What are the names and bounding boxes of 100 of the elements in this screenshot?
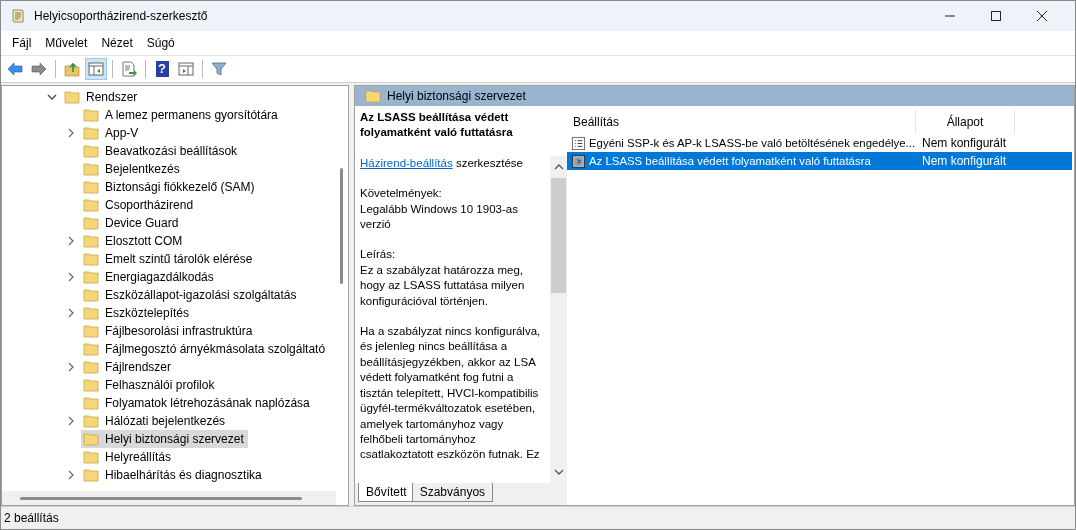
panel-title: Helyi biztonsági szervezet bbox=[387, 89, 526, 103]
maximize-icon[interactable] bbox=[991, 11, 1001, 21]
folder-icon bbox=[64, 90, 80, 104]
tree-item[interactable]: Fájlmegosztó árnyékmásolata szolgáltató bbox=[81, 340, 330, 358]
tree-item-label: Energiagazdálkodás bbox=[105, 270, 214, 284]
folder-icon bbox=[83, 342, 99, 356]
chevron-icon[interactable] bbox=[66, 236, 76, 246]
setting-row[interactable]: Egyéni SSP-k és AP-k LSASS-be való betöltésének engedélye... Nem konfigurált bbox=[567, 134, 1072, 152]
folder-icon bbox=[83, 234, 99, 248]
tree-item-label: Beavatkozási beállítások bbox=[105, 144, 238, 158]
tree-item-label: Fájlrendszer bbox=[105, 360, 172, 374]
tree-item-label: Eszközállapot-igazolási szolgáltatás bbox=[105, 288, 297, 302]
tree-item[interactable]: Folyamatok létrehozásának naplózása bbox=[81, 394, 314, 412]
tree-item[interactable]: Helyi biztonsági szervezet bbox=[81, 430, 248, 448]
folder-icon bbox=[83, 414, 99, 428]
column-header[interactable]: Beállítás bbox=[567, 110, 916, 134]
view-tab[interactable]: Bővített bbox=[358, 483, 415, 502]
tree-item-label: Rendszer bbox=[86, 90, 138, 104]
tree-item-label: Folyamatok létrehozásának naplózása bbox=[105, 396, 310, 410]
chevron-icon[interactable] bbox=[66, 362, 76, 372]
description-paragraph: Ha a szabályzat nincs konfigurálva, és jelenleg nincs beállítása a beállításjegyzékben, akkor az LSA védett folyamatként fog futni a tisztán telepített, HVCI-kompatibilis ügyfél-termékváltozatok esetében, amelyek tartományhoz vagy felhőbeli tartományhoz csatlakoztatott eszközön futnak. Ez bbox=[360, 324, 542, 463]
tree-item-label: Csoportházirend bbox=[105, 198, 194, 212]
policy-link[interactable]: Házirend-beállítás bbox=[360, 156, 453, 169]
tree-item[interactable]: Emelt szintű tárolók elérése bbox=[81, 250, 257, 268]
column-header[interactable]: Állapot bbox=[916, 110, 1015, 134]
tree-item[interactable]: Bejelentkezés bbox=[81, 160, 184, 178]
setting-title: Az LSASS beállítása védett folyamatként való futtatásra bbox=[360, 110, 514, 141]
close-icon[interactable] bbox=[1037, 11, 1047, 21]
scrollbar[interactable] bbox=[2, 491, 336, 505]
window-title: Helyicsoportházirend-szerkesztő bbox=[34, 9, 209, 23]
scrollbar[interactable] bbox=[550, 156, 567, 483]
tree-item-label: Biztonsági fiókkezelő (SAM) bbox=[105, 180, 255, 194]
chevron-icon[interactable] bbox=[66, 128, 76, 138]
folder-icon bbox=[83, 324, 99, 338]
tree-item[interactable]: Fájlbesorolási infrastruktúra bbox=[81, 322, 257, 340]
tree-item[interactable]: Fájlrendszer bbox=[81, 358, 176, 376]
tree-item[interactable]: Helyreállítás bbox=[81, 448, 176, 466]
tree-item[interactable]: Beavatkozási beállítások bbox=[81, 142, 242, 160]
menu-item[interactable]: Súgó bbox=[139, 34, 182, 52]
tree-item-label: Bejelentkezés bbox=[105, 162, 180, 176]
help-button[interactable]: ? bbox=[151, 58, 173, 80]
tree-item[interactable]: A lemez permanens gyorsítótára bbox=[81, 106, 282, 124]
folder-icon bbox=[83, 450, 99, 464]
menu-item[interactable]: Fájl bbox=[5, 34, 39, 52]
folder-icon bbox=[83, 432, 99, 446]
tree-item[interactable]: Eszköztelepítés bbox=[81, 304, 194, 322]
tree-item-label: Felhasználói profilok bbox=[105, 378, 215, 392]
folder-icon bbox=[83, 126, 99, 140]
chevron-icon[interactable] bbox=[66, 308, 76, 318]
tree-item[interactable]: App-V bbox=[81, 124, 143, 142]
tree-item[interactable]: Energiagazdálkodás bbox=[81, 268, 218, 286]
description-paragraph: Leírás: Ez a szabályzat határozza meg, hogy az LSASS futtatása milyen konfigurációval történjen. bbox=[360, 247, 526, 309]
menu-item[interactable]: Nézet bbox=[94, 34, 140, 52]
folder-icon bbox=[83, 468, 99, 482]
folder-icon bbox=[83, 360, 99, 374]
setting-name: Egyéni SSP-k és AP-k LSASS-be való betöltésének engedélye... bbox=[589, 137, 917, 149]
folder-icon bbox=[83, 378, 99, 392]
console-tree-button[interactable] bbox=[85, 58, 107, 80]
folder-icon bbox=[83, 144, 99, 158]
folder-icon bbox=[83, 108, 99, 122]
app-icon bbox=[10, 8, 26, 24]
setting-row[interactable]: Az LSASS beállítása védett folyamatként való futtatásra Nem konfigurált bbox=[567, 152, 1072, 170]
tree-item-label: Elosztott COM bbox=[105, 234, 183, 248]
tree-item-label: Fájlmegosztó árnyékmásolata szolgáltató bbox=[105, 342, 326, 356]
scroll-up-icon[interactable] bbox=[553, 164, 564, 170]
tree-item-label: A lemez permanens gyorsítótára bbox=[105, 108, 278, 122]
edit-policy-text: Házirend-beállítás szerkesztése bbox=[360, 155, 524, 171]
setting-state: Nem konfigurált bbox=[921, 154, 1008, 168]
tree-item-label: Helyreállítás bbox=[105, 450, 172, 464]
tree-item[interactable]: Eszközállapot-igazolási szolgáltatás bbox=[81, 286, 301, 304]
folder-icon bbox=[83, 180, 99, 194]
chevron-icon[interactable] bbox=[66, 272, 76, 282]
tree-item-label: Hibaelhárítás és diagnosztika bbox=[105, 468, 262, 482]
tree-item[interactable]: Rendszer bbox=[62, 88, 142, 106]
scroll-down-icon[interactable] bbox=[553, 469, 564, 475]
tree-item-label: Hálózati bejelentkezés bbox=[105, 414, 226, 428]
tree-item[interactable]: Biztonsági fiókkezelő (SAM) bbox=[81, 178, 259, 196]
chevron-icon[interactable] bbox=[66, 470, 76, 480]
tree-item-label: Helyi biztonsági szervezet bbox=[105, 432, 244, 446]
tree-item[interactable]: Elosztott COM bbox=[81, 232, 187, 250]
chevron-icon[interactable] bbox=[47, 92, 57, 102]
tree-item[interactable]: Hálózati bejelentkezés bbox=[81, 412, 230, 430]
folder-icon bbox=[83, 270, 99, 284]
tree-item[interactable]: Device Guard bbox=[81, 214, 183, 232]
folder-icon bbox=[83, 162, 99, 176]
description-paragraph: Követelmények: Legalább Windows 10 1903-as verzió bbox=[360, 186, 519, 233]
folder-icon bbox=[83, 306, 99, 320]
tree-item[interactable]: Felhasználói profilok bbox=[81, 376, 219, 394]
tree-item[interactable]: Csoportházirend bbox=[81, 196, 198, 214]
setting-icon bbox=[571, 135, 586, 151]
setting-state: Nem konfigurált bbox=[921, 136, 1008, 150]
tree-item-label: Eszköztelepítés bbox=[105, 306, 190, 320]
tree-item[interactable]: Hibaelhárítás és diagnosztika bbox=[81, 466, 266, 484]
chevron-icon[interactable] bbox=[66, 416, 76, 426]
tree-item-label: Emelt szintű tárolók elérése bbox=[105, 252, 253, 266]
folder-icon bbox=[83, 216, 99, 230]
folder-icon bbox=[365, 89, 381, 103]
tree-item-label: App-V bbox=[105, 126, 139, 140]
menu-item[interactable]: Művelet bbox=[38, 34, 95, 52]
view-tab[interactable]: Szabványos bbox=[411, 483, 494, 502]
